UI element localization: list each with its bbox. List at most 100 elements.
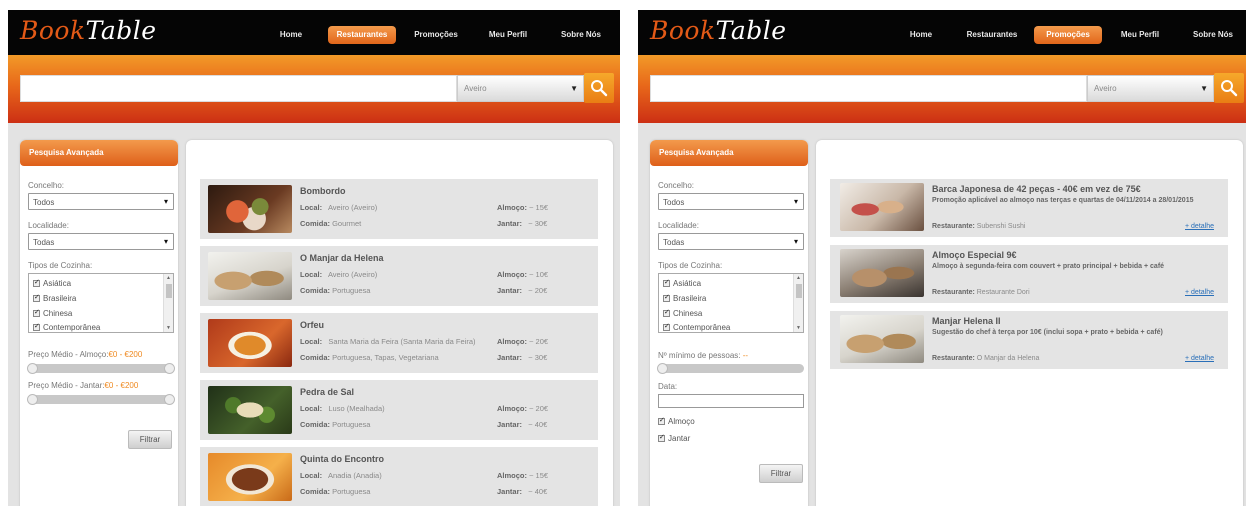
restaurant-almoco: Almoço: ~ 20€ (497, 404, 548, 413)
promotion-photo[interactable] (840, 183, 924, 231)
slider-max-handle[interactable] (164, 394, 175, 405)
promotion-title[interactable]: Almoço Especial 9€ (932, 250, 1017, 260)
scroll-down-icon[interactable]: ▼ (796, 325, 801, 331)
detail-link[interactable]: + detalhe (1185, 223, 1214, 230)
nav-promocoes[interactable]: Promoções (1034, 26, 1102, 44)
nav-sobre-nos[interactable]: Sobre Nós (1190, 26, 1236, 44)
cozinha-option[interactable]: Asiática (33, 278, 71, 288)
scroll-up-icon[interactable]: ▲ (166, 275, 171, 281)
promotion-title[interactable]: Manjar Helena II (932, 316, 1001, 326)
scroll-down-icon[interactable]: ▼ (166, 325, 171, 331)
slider-min-handle[interactable] (27, 394, 38, 405)
restaurant-row[interactable]: O Manjar da Helena Local: Aveiro (Aveiro… (200, 246, 598, 306)
jantar-checkbox[interactable]: Jantar (658, 433, 690, 443)
slider-max-handle[interactable] (164, 363, 175, 374)
cozinha-option[interactable]: Contemporânea (663, 322, 730, 332)
concelho-select[interactable]: Todos ▾ (658, 193, 804, 210)
listbox-scrollbar[interactable]: ▲ ▼ (163, 274, 173, 332)
nav-home[interactable]: Home (901, 26, 941, 44)
checkbox-checked[interactable] (33, 308, 40, 317)
restaurant-name[interactable]: Quinta do Encontro (300, 454, 384, 464)
filter-button[interactable]: Filtrar (759, 464, 803, 483)
restaurant-photo[interactable] (208, 319, 292, 367)
nav-sobre-nos[interactable]: Sobre Nós (558, 26, 604, 44)
jantar-check-wrap[interactable] (658, 433, 668, 443)
logo-table-text: Table (85, 16, 157, 45)
promotion-row[interactable]: Almoço Especial 9€ Almoço à segunda-feir… (830, 245, 1228, 303)
search-button[interactable] (584, 73, 614, 103)
location-dropdown[interactable]: Aveiro ▼ (1087, 75, 1214, 102)
scrollbar-thumb[interactable] (166, 284, 172, 298)
localidade-select[interactable]: Todas ▾ (28, 233, 174, 250)
preco-almoco-slider[interactable] (27, 363, 175, 374)
listbox-scrollbar[interactable]: ▲ ▼ (793, 274, 803, 332)
scrollbar-thumb[interactable] (796, 284, 802, 298)
chevron-down-icon: ▾ (793, 237, 798, 246)
restaurant-name[interactable]: Bombordo (300, 186, 346, 196)
scroll-up-icon[interactable]: ▲ (796, 275, 801, 281)
jantar-value: ~ 30€ (528, 353, 548, 362)
location-dropdown[interactable]: Aveiro ▼ (457, 75, 584, 102)
restaurant-comida: Comida: Portuguesa (300, 286, 370, 295)
slider-handle[interactable] (657, 363, 668, 374)
cozinha-listbox[interactable]: Asiática Brasileira Chinesa Contemporâne… (658, 273, 804, 333)
checkbox-checked[interactable] (658, 416, 665, 425)
concelho-select[interactable]: Todos ▾ (28, 193, 174, 210)
localidade-select[interactable]: Todas ▾ (658, 233, 804, 250)
search-input[interactable] (650, 75, 1087, 102)
nav-promocoes[interactable]: Promoções (406, 26, 466, 44)
restaurant-row[interactable]: Orfeu Local: Santa Maria da Feira (Santa… (200, 313, 598, 373)
nav-restaurantes[interactable]: Restaurantes (328, 26, 396, 44)
promotion-row[interactable]: Manjar Helena II Sugestão do chef à terç… (830, 311, 1228, 369)
restaurant-photo[interactable] (208, 453, 292, 501)
nav-home[interactable]: Home (271, 26, 311, 44)
restaurante-value: O Manjar da Helena (976, 355, 1040, 362)
search-button[interactable] (1214, 73, 1244, 103)
promotion-title[interactable]: Barca Japonesa de 42 peças - 40€ em vez … (932, 184, 1141, 194)
booktable-logo[interactable]: BookTable (650, 16, 787, 45)
cozinha-option[interactable]: Brasileira (663, 293, 706, 303)
checkbox-checked[interactable] (663, 308, 670, 317)
cozinha-option[interactable]: Brasileira (33, 293, 76, 303)
restaurant-name[interactable]: Pedra de Sal (300, 387, 354, 397)
almoco-check-wrap[interactable] (658, 416, 668, 426)
cozinha-listbox[interactable]: Asiática Brasileira Chinesa Contemporâne… (28, 273, 174, 333)
search-input[interactable] (20, 75, 457, 102)
checkbox-checked[interactable] (33, 278, 40, 287)
nav-restaurantes[interactable]: Restaurantes (958, 26, 1026, 44)
cozinha-option[interactable]: Chinesa (663, 308, 702, 318)
promotion-photo[interactable] (840, 249, 924, 297)
detail-link[interactable]: + detalhe (1185, 289, 1214, 296)
nav-meu-perfil[interactable]: Meu Perfil (482, 26, 534, 44)
filter-button[interactable]: Filtrar (128, 430, 172, 449)
nav-meu-perfil[interactable]: Meu Perfil (1114, 26, 1166, 44)
date-input[interactable] (658, 394, 804, 408)
cozinha-option[interactable]: Contemporânea (33, 322, 100, 332)
promotion-list: Barca Japonesa de 42 peças - 40€ em vez … (816, 140, 1243, 506)
pessoas-slider[interactable] (657, 363, 804, 374)
restaurant-row[interactable]: Bombordo Local: Aveiro (Aveiro) Comida: … (200, 179, 598, 239)
checkbox-checked[interactable] (658, 433, 665, 442)
preco-jantar-slider[interactable] (27, 394, 175, 405)
cozinha-option[interactable]: Chinesa (33, 308, 72, 318)
promotion-photo[interactable] (840, 315, 924, 363)
restaurant-photo[interactable] (208, 386, 292, 434)
pessoas-label: Nº mínimo de pessoas: -- (658, 351, 748, 360)
slider-min-handle[interactable] (27, 363, 38, 374)
restaurant-row[interactable]: Pedra de Sal Local: Luso (Mealhada) Comi… (200, 380, 598, 440)
cozinha-option[interactable]: Asiática (663, 278, 701, 288)
detail-link[interactable]: + detalhe (1185, 355, 1214, 362)
almoco-checkbox[interactable]: Almoço (658, 416, 695, 426)
promotion-row[interactable]: Barca Japonesa de 42 peças - 40€ em vez … (830, 179, 1228, 237)
restaurant-photo[interactable] (208, 252, 292, 300)
restaurant-photo[interactable] (208, 185, 292, 233)
checkbox-checked[interactable] (33, 322, 40, 331)
checkbox-checked[interactable] (663, 278, 670, 287)
restaurant-row[interactable]: Quinta do Encontro Local: Anadia (Anadia… (200, 447, 598, 506)
booktable-logo[interactable]: BookTable (20, 16, 157, 45)
restaurant-name[interactable]: O Manjar da Helena (300, 253, 384, 263)
checkbox-checked[interactable] (663, 293, 670, 302)
restaurant-name[interactable]: Orfeu (300, 320, 324, 330)
checkbox-checked[interactable] (33, 293, 40, 302)
checkbox-checked[interactable] (663, 322, 670, 331)
